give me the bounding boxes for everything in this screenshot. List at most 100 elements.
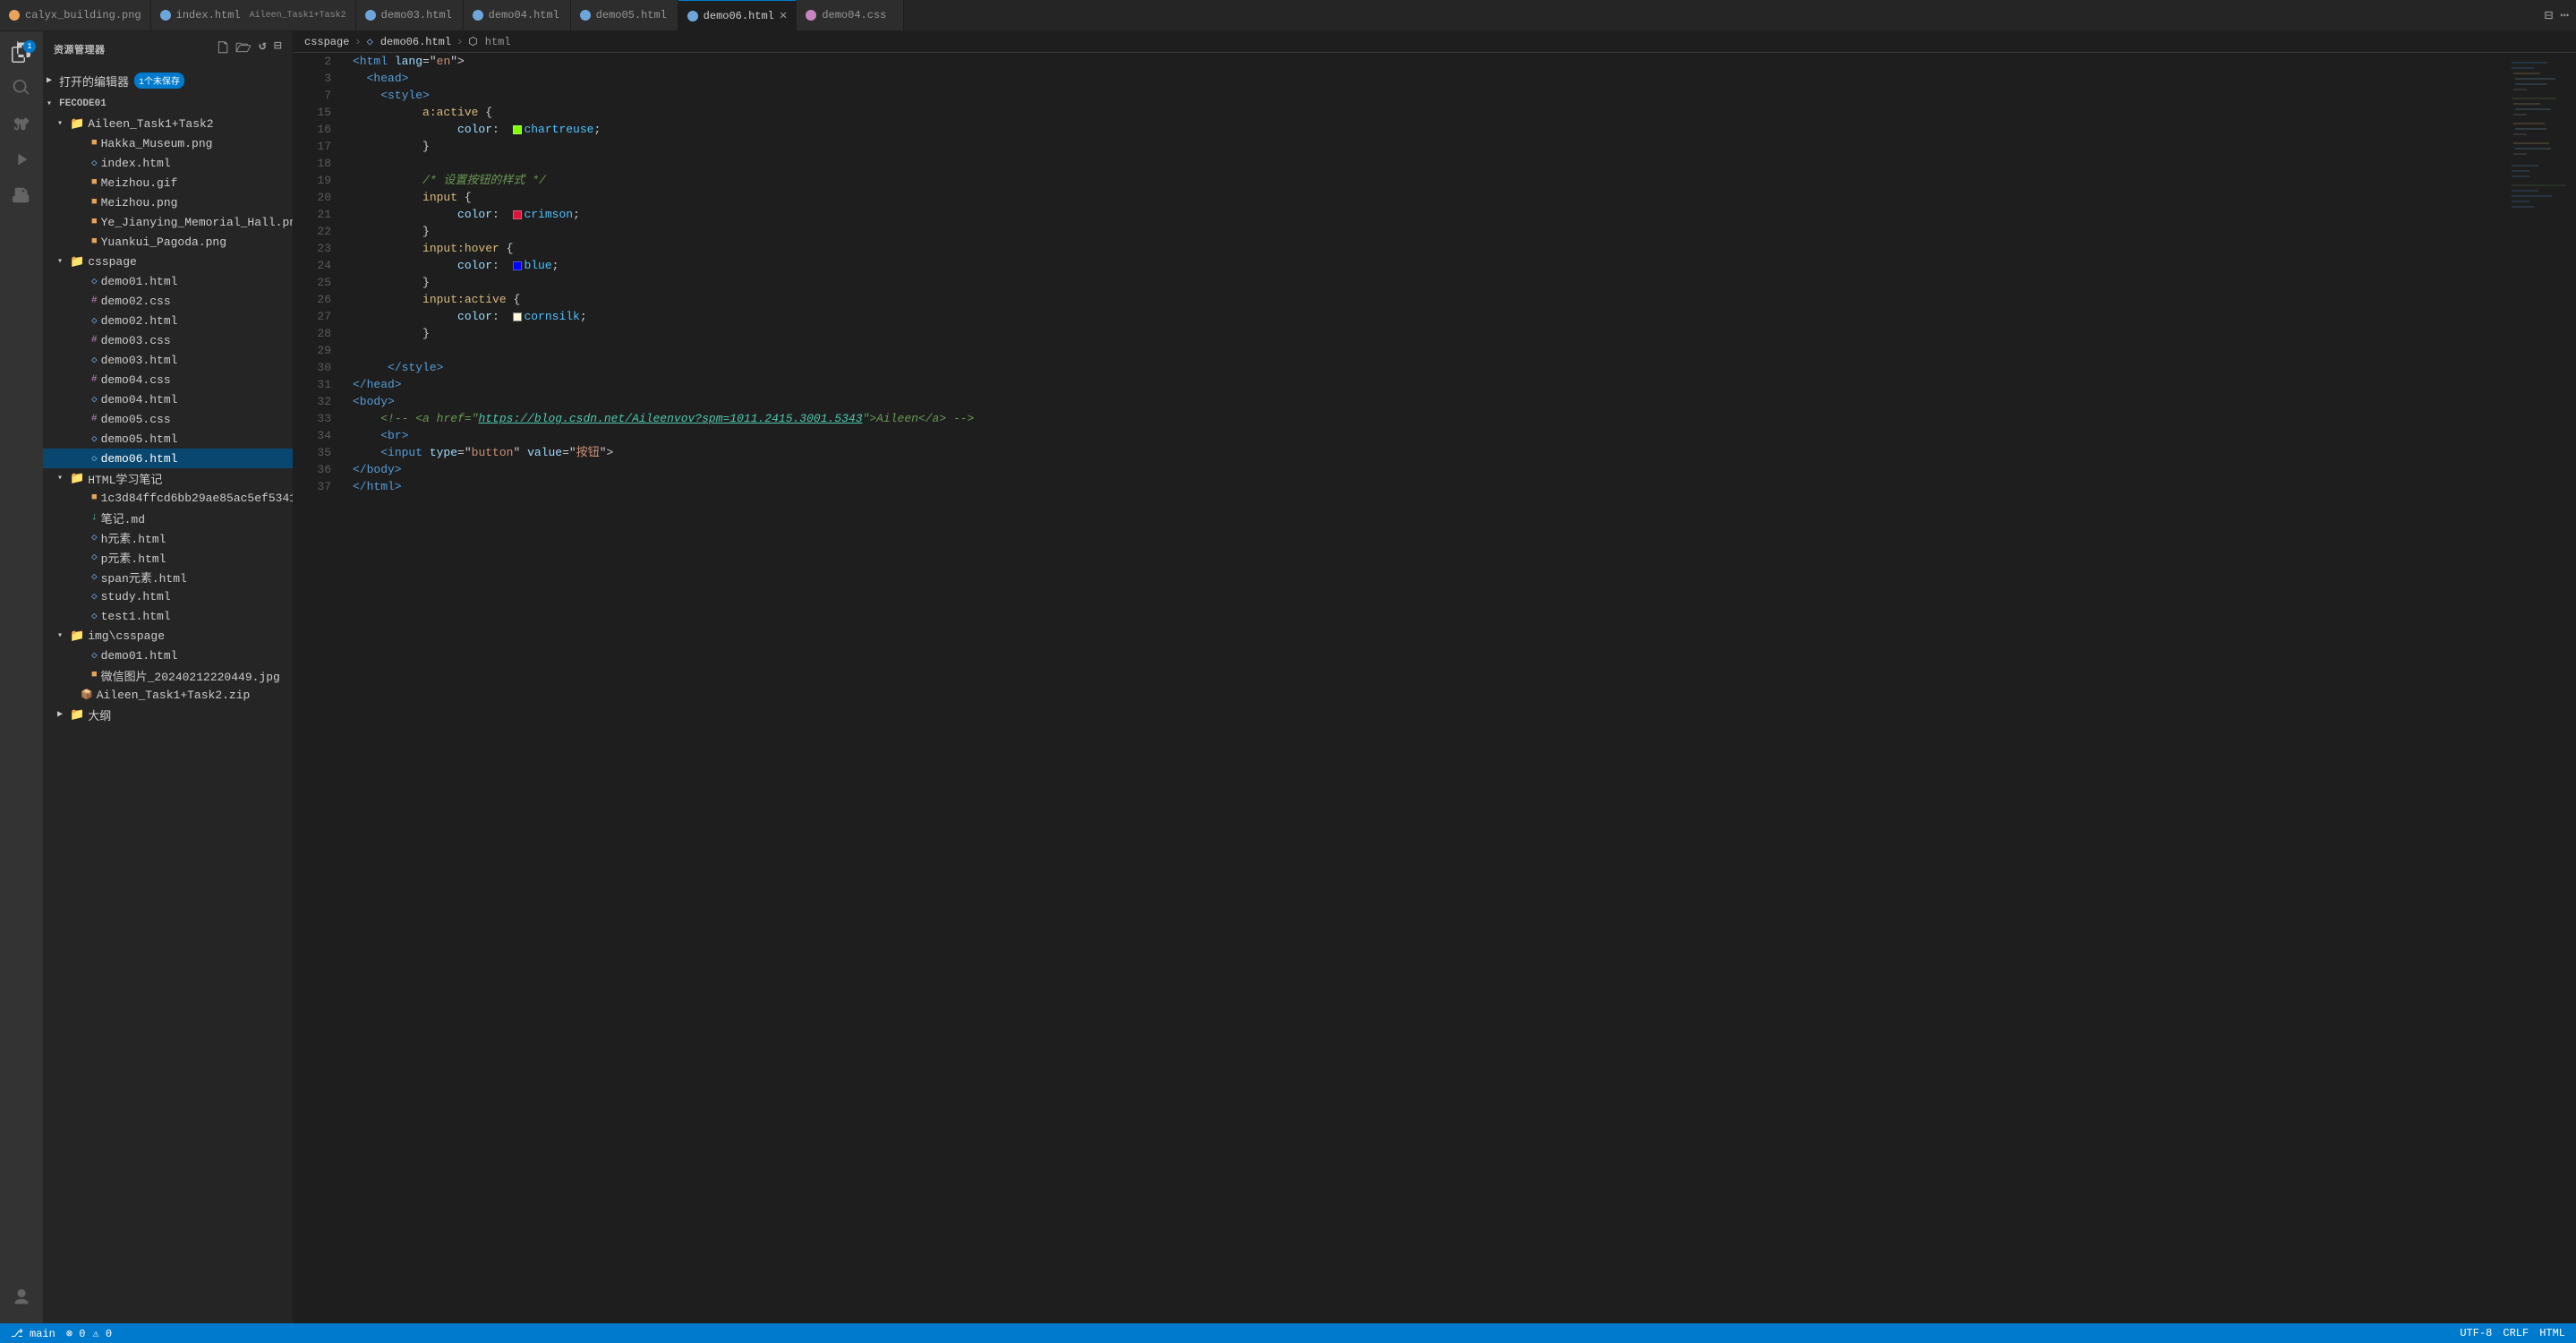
tab-demo05-html[interactable]: demo05.html (571, 0, 678, 30)
file-demo02-html[interactable]: ◇ demo02.html (43, 311, 293, 330)
folder-arrow: ▾ (57, 473, 70, 483)
encoding[interactable]: UTF-8 (2460, 1327, 2492, 1339)
file-name: 微信图片_20240212220449.jpg (101, 667, 280, 684)
files-badge: 1 (23, 40, 36, 53)
folder-csspage[interactable]: ▾ 📁 csspage (43, 252, 293, 271)
file-p-element[interactable]: ◇ p元素.html (43, 547, 293, 567)
collapse-icon[interactable]: ⊟ (274, 38, 282, 60)
extensions-activity-icon[interactable] (5, 182, 38, 214)
file-aileen-zip[interactable]: 📦 Aileen_Task1+Task2.zip (43, 685, 293, 705)
search-activity-icon[interactable] (5, 74, 38, 107)
code-line-17: } (353, 138, 2504, 155)
tab-demo03-html[interactable]: demo03.html (356, 0, 464, 30)
code-line-26: input:active { (353, 291, 2504, 308)
error-count[interactable]: ⊗ 0 (66, 1327, 86, 1340)
file-study[interactable]: ◇ study.html (43, 586, 293, 606)
file-demo01-html[interactable]: ◇ demo01.html (43, 271, 293, 291)
files-activity-icon[interactable]: 1 (5, 38, 38, 71)
tab-index-html[interactable]: index.html Aileen_Task1+Task2 (151, 0, 356, 30)
account-activity-icon[interactable] (5, 1284, 38, 1316)
file-notes-md[interactable]: ↓ 笔记.md (43, 508, 293, 527)
image-file-icon: ■ (91, 197, 98, 208)
file-name: p元素.html (101, 549, 166, 566)
file-demo03-html[interactable]: ◇ demo03.html (43, 350, 293, 370)
tab-demo04-css[interactable]: demo04.css (797, 0, 904, 30)
folder-img-csspage[interactable]: ▾ 📁 img\csspage (43, 626, 293, 646)
html-file-icon: ◇ (91, 590, 98, 603)
folder-name: HTML学习笔记 (88, 470, 162, 487)
folder-icon: 📁 (70, 472, 84, 485)
open-editors-header[interactable]: ▶ 打开的编辑器 1个未保存 (43, 71, 293, 90)
file-name: demo03.css (101, 334, 171, 347)
code-line-25: } (353, 274, 2504, 291)
more-actions-icon[interactable]: ⋯ (2560, 6, 2569, 24)
file-name: demo01.html (101, 275, 178, 288)
html-file-icon: ◇ (91, 157, 98, 169)
tab-icon-html (365, 10, 376, 21)
file-span-element[interactable]: ◇ span元素.html (43, 567, 293, 586)
file-h-element[interactable]: ◇ h元素.html (43, 527, 293, 547)
git-branch[interactable]: ⎇ main (11, 1327, 55, 1340)
code-editor[interactable]: <html lang="en"> <head> <style> a:active… (338, 53, 2504, 1323)
breadcrumb-html-tag[interactable]: html (485, 36, 511, 48)
source-control-icon (12, 114, 31, 140)
image-file-icon: ■ (91, 236, 98, 247)
file-name: demo05.html (101, 432, 178, 446)
html-file-icon: ◇ (91, 570, 98, 583)
breadcrumb-html-tag-icon: ⬡ (468, 35, 477, 48)
folder-html-notes[interactable]: ▾ 📁 HTML学习笔记 (43, 468, 293, 488)
tab-demo06-html[interactable]: demo06.html ✕ (678, 0, 798, 30)
file-demo04-css[interactable]: # demo04.css (43, 370, 293, 389)
file-demo06-html[interactable]: ◇ demo06.html (43, 449, 293, 468)
folder-name: csspage (88, 255, 137, 269)
file-name: demo02.css (101, 295, 171, 308)
new-file-icon[interactable]: 🗋 (218, 38, 228, 60)
file-1c3d84[interactable]: ■ 1c3d84ffcd6bb29ae85ac5ef534126... (43, 488, 293, 508)
html-file-icon: ◇ (91, 649, 98, 662)
tab-close-button[interactable]: ✕ (780, 10, 787, 22)
file-name: h元素.html (101, 529, 166, 546)
file-index[interactable]: ◇ index.html (43, 153, 293, 173)
file-yuankui[interactable]: ■ Yuankui_Pagoda.png (43, 232, 293, 252)
folder-outline[interactable]: ▶ 📁 大纲 (43, 705, 293, 724)
file-wechat-img[interactable]: ■ 微信图片_20240212220449.jpg (43, 665, 293, 685)
folder-arrow: ▶ (57, 709, 70, 720)
new-folder-icon[interactable]: 🗁 (235, 38, 252, 60)
language-mode[interactable]: HTML (2539, 1327, 2565, 1339)
file-demo03-css[interactable]: # demo03.css (43, 330, 293, 350)
code-line-32: <body> (353, 393, 2504, 410)
tab-icon-html (160, 10, 171, 21)
line-ending[interactable]: CRLF (2503, 1327, 2529, 1339)
folder-icon: 📁 (70, 117, 84, 131)
file-demo02-css[interactable]: # demo02.css (43, 291, 293, 311)
source-control-activity-icon[interactable] (5, 110, 38, 142)
file-meizhou-png[interactable]: ■ Meizhou.png (43, 192, 293, 212)
code-line-19: /* 设置按钮的样式 */ (353, 172, 2504, 189)
sidebar-header: 资源管理器 🗋 🗁 ↺ ⊟ (43, 31, 293, 67)
folder-aileen[interactable]: ▾ 📁 Aileen_Task1+Task2 (43, 114, 293, 133)
image-file-icon: ■ (91, 670, 98, 680)
folder-name: Aileen_Task1+Task2 (88, 117, 213, 131)
code-line-2: <html lang="en"> (353, 53, 2504, 70)
code-line-23: input:hover { (353, 240, 2504, 257)
line-numbers: 2 3 7 15 16 17 18 19 20 21 22 23 24 25 2… (294, 53, 338, 1323)
tab-demo04-html[interactable]: demo04.html (464, 0, 571, 30)
file-ye-jianying[interactable]: ■ Ye_Jianying_Memorial_Hall.png (43, 212, 293, 232)
file-meizhou-gif[interactable]: ■ Meizhou.gif (43, 173, 293, 192)
warning-count[interactable]: ⚠ 0 (92, 1327, 112, 1340)
run-activity-icon[interactable] (5, 146, 38, 178)
file-test1[interactable]: ◇ test1.html (43, 606, 293, 626)
file-img-demo01[interactable]: ◇ demo01.html (43, 646, 293, 665)
split-editor-icon[interactable]: ⊟ (2545, 6, 2554, 24)
root-folder[interactable]: ▾ FECODE01 (43, 94, 293, 114)
file-demo04-html[interactable]: ◇ demo04.html (43, 389, 293, 409)
tab-calyx-building[interactable]: calyx_building.png (0, 0, 151, 30)
file-hakka[interactable]: ■ Hakka_Museum.png (43, 133, 293, 153)
refresh-icon[interactable]: ↺ (259, 38, 267, 60)
image-file-icon: ■ (91, 492, 98, 503)
color-swatch-crimson (513, 210, 522, 219)
file-demo05-html[interactable]: ◇ demo05.html (43, 429, 293, 449)
breadcrumb-csspage[interactable]: csspage (304, 36, 349, 48)
file-demo05-css[interactable]: # demo05.css (43, 409, 293, 429)
breadcrumb-demo06[interactable]: demo06.html (380, 36, 451, 48)
